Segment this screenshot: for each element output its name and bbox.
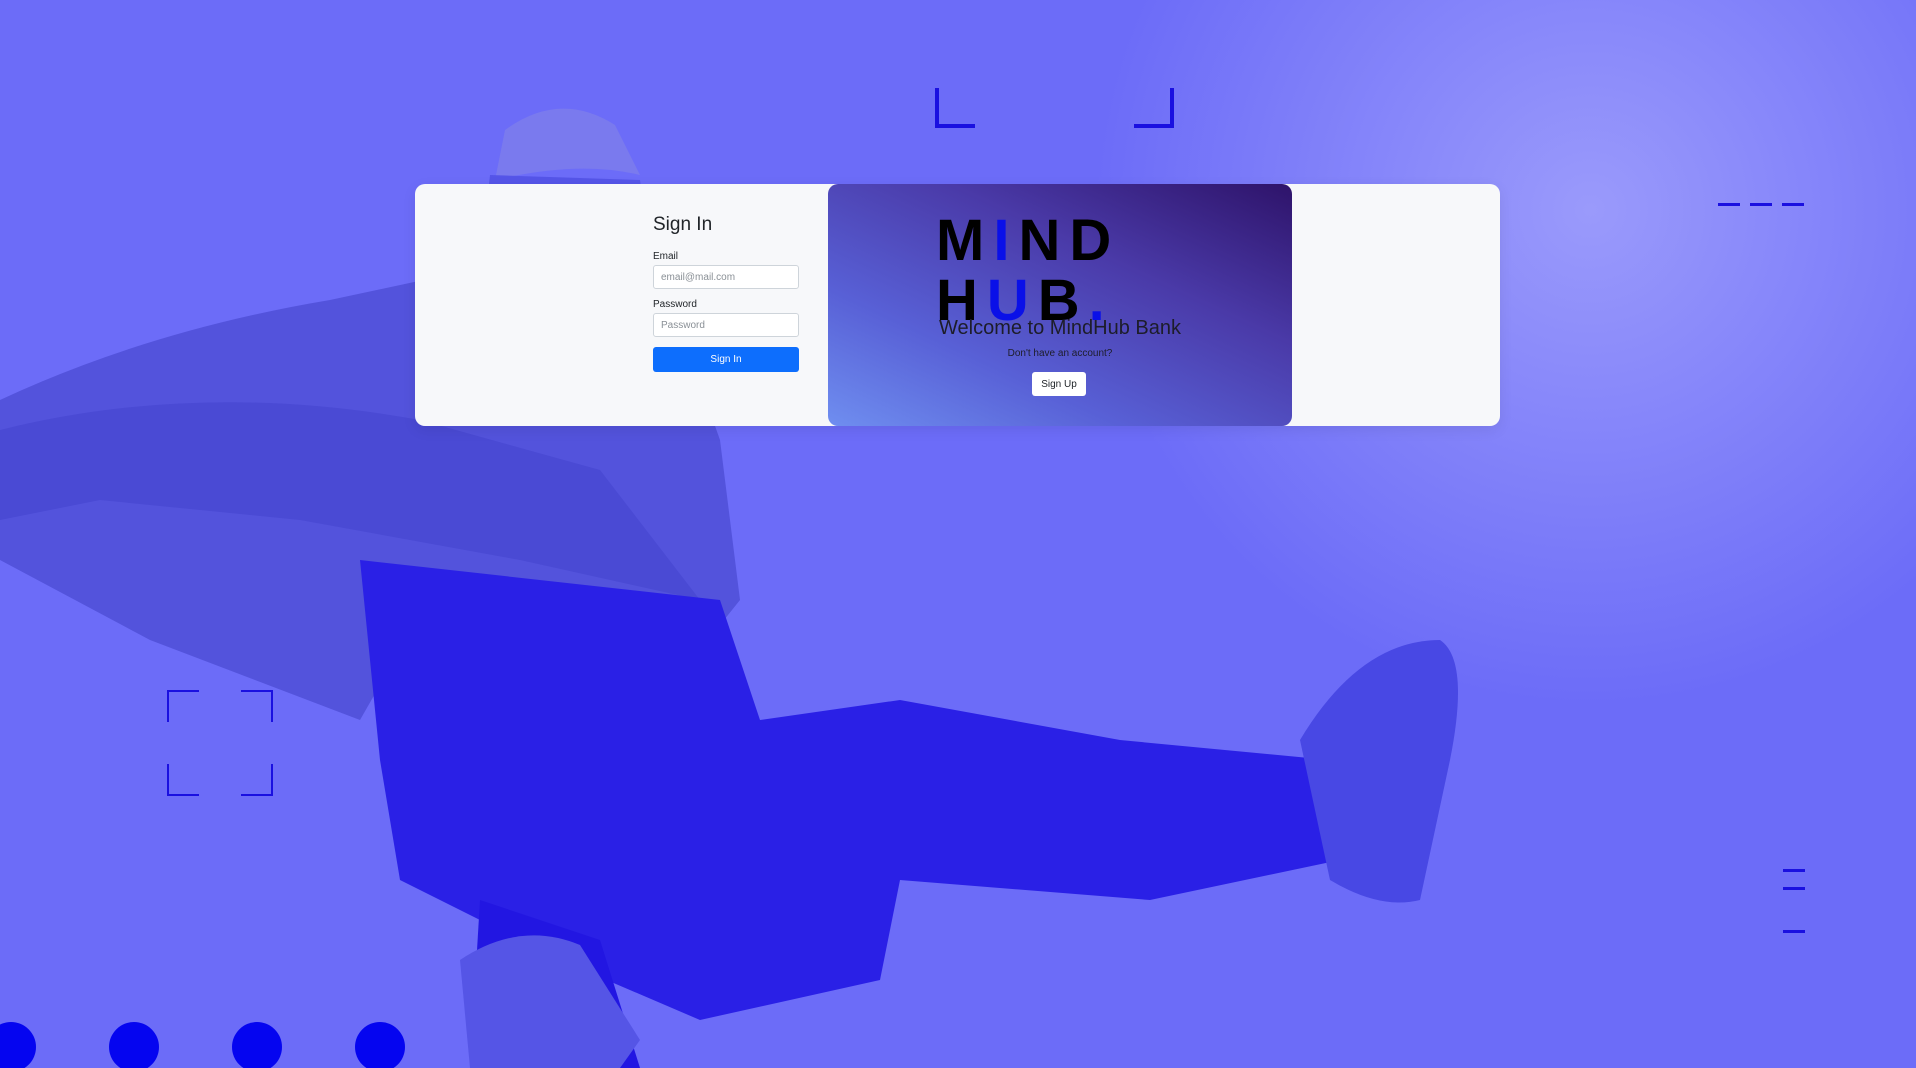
signin-title: Sign In (653, 214, 713, 235)
background (0, 0, 1916, 1068)
mindhub-logo: MIND HUB. (936, 212, 1120, 324)
dot-icon (232, 1022, 282, 1068)
signin-button[interactable]: Sign In (653, 347, 799, 372)
signup-button[interactable]: Sign Up (1032, 372, 1086, 396)
corner-bracket-icon (935, 88, 975, 128)
password-field[interactable] (653, 313, 799, 337)
dash-icon (1783, 887, 1805, 890)
dash-icon (1718, 203, 1740, 206)
corner-bracket-icon (167, 690, 199, 722)
email-field[interactable] (653, 265, 799, 289)
dash-icon (1783, 869, 1805, 872)
login-card: Sign In Email Password Sign In MIND HUB.… (415, 184, 1500, 426)
svg-text:MIND: MIND (936, 212, 1120, 273)
corner-bracket-icon (241, 764, 273, 796)
welcome-panel: MIND HUB. Welcome to MindHub Bank Don't … (828, 184, 1292, 426)
welcome-heading: Welcome to MindHub Bank (939, 317, 1181, 339)
corner-bracket-icon (1134, 88, 1174, 128)
dash-icon (1750, 203, 1772, 206)
email-label: Email (653, 251, 679, 262)
corner-bracket-icon (241, 690, 273, 722)
password-label: Password (653, 299, 697, 310)
dot-icon (355, 1022, 405, 1068)
svg-text:HUB.: HUB. (936, 268, 1114, 324)
corner-bracket-icon (167, 764, 199, 796)
dot-icon (109, 1022, 159, 1068)
dash-icon (1783, 930, 1805, 933)
no-account-text: Don't have an account? (1007, 348, 1113, 359)
signin-form: Sign In Email Password Sign In (653, 214, 799, 372)
background-figure-image (0, 108, 1458, 1068)
dash-icon (1782, 203, 1804, 206)
